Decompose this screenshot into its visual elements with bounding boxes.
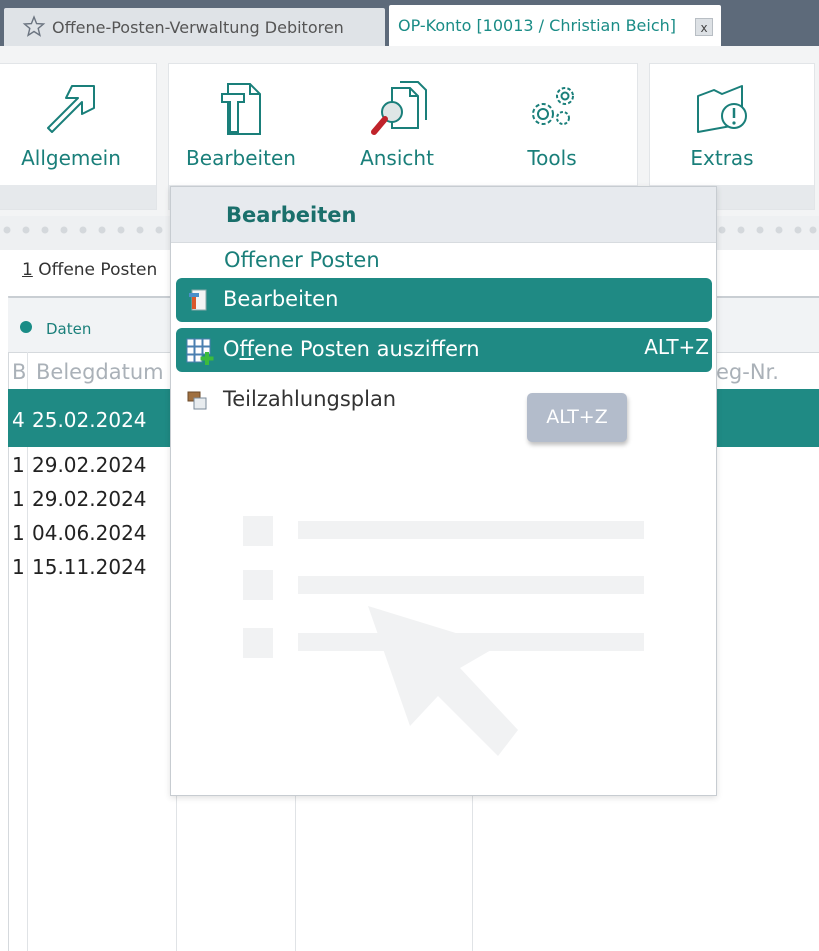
column-header-beleg-nr[interactable]: eg-Nr. [716,360,779,384]
ribbon-button-extras[interactable]: Extras [676,80,768,170]
menu-item-label: Bearbeiten [223,287,339,311]
ribbon-button-bearbeiten[interactable]: Bearbeiten [180,80,302,170]
menu-item-label: Teilzahlungsplan [223,387,397,411]
menu-item-teilzahlungsplan[interactable]: Teilzahlungsplan [176,378,712,422]
cell-belegdatum[interactable]: 15.11.2024 [32,555,147,579]
ribbon-button-allgemein[interactable]: Allgemein [14,80,128,170]
cell-b: 1 [12,521,25,545]
arrow-up-right-icon [47,85,95,133]
column-header-belegdatum[interactable]: Belegdatum [36,360,164,384]
tab-label: Offene-Posten-Verwaltung Debitoren [52,18,344,37]
grid-add-icon [186,338,214,365]
ribbon-label: Ansicht [360,146,434,170]
menu-item-label: Offene Posten ausziffern [223,337,480,361]
cell-belegdatum: 25.02.2024 [32,408,147,432]
tab-offene-posten-verwaltung[interactable]: Offene-Posten-Verwaltung Debitoren [4,8,385,46]
grid-group-label[interactable]: Daten [46,320,91,338]
menu-list-watermark-icon [243,516,644,756]
cell-belegdatum[interactable]: 04.06.2024 [32,521,147,545]
menu-item-shortcut: ALT+Z [644,335,709,359]
tab-op-konto[interactable]: OP-Konto [10013 / Christian Beich] x [389,5,721,46]
folder-alert-icon [697,85,747,133]
cell-b: 1 [12,487,25,511]
subtab-offene-posten[interactable]: 1 Offene Posten [22,260,157,280]
dropdown-title: Bearbeiten [226,203,357,227]
status-dot-icon [20,321,32,333]
cell-belegdatum[interactable]: 29.02.2024 [32,487,147,511]
shortcut-tooltip: ALT+Z [527,393,627,442]
installment-plan-icon [187,391,207,410]
ribbon-label: Tools [527,146,577,170]
edit-document-icon [189,289,207,311]
column-header-b[interactable]: B [12,360,26,384]
ribbon-button-tools[interactable]: Tools [508,80,596,170]
dropdown-section-label: Offener Posten [224,248,380,272]
menu-item-offene-posten-ausziffern[interactable]: Offene Posten ausziffern ALT+Z [176,328,712,372]
ribbon-label: Bearbeiten [186,146,296,170]
star-icon[interactable] [22,15,46,39]
magnifier-document-icon [371,81,427,135]
menu-item-bearbeiten[interactable]: Bearbeiten [176,278,712,322]
close-tab-button[interactable]: x [695,18,713,36]
ribbon-label: Extras [690,146,754,170]
cell-b: 1 [12,555,25,579]
cell-b: 1 [12,453,25,477]
ribbon-label: Allgemein [21,146,121,170]
tab-label: OP-Konto [10013 / Christian Beich] [398,16,677,35]
cell-b: 4 [12,408,25,432]
subtab-number: 1 [22,260,33,280]
gears-icon [532,87,574,125]
ribbon-button-ansicht[interactable]: Ansicht [346,80,448,170]
document-edit-icon [221,83,261,135]
subtab-label: Offene Posten [38,260,158,280]
cell-belegdatum[interactable]: 29.02.2024 [32,453,147,477]
